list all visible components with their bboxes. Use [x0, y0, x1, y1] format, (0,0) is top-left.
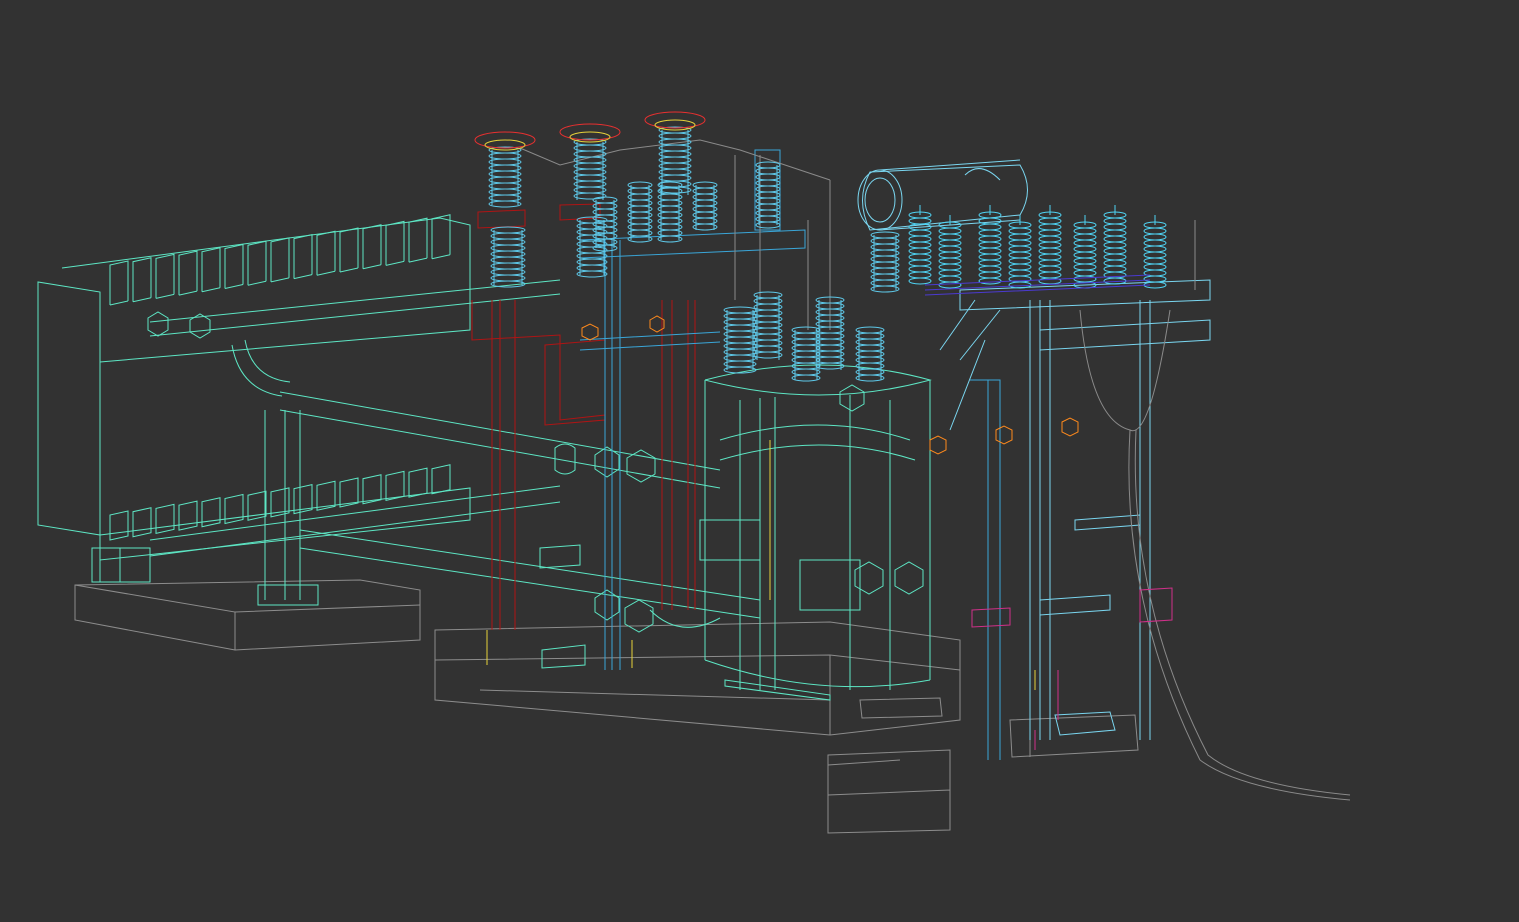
radiator-fin-top	[178, 250, 198, 296]
hv-bushing-b	[573, 138, 607, 200]
radiator-fin-top	[109, 260, 129, 305]
radiator-fins	[109, 214, 451, 541]
conservator-bushing	[870, 231, 900, 293]
radiator-fin-bottom	[132, 507, 152, 538]
radiator-fin-bottom	[155, 503, 175, 535]
radiator-fin-top	[224, 243, 244, 289]
cables	[519, 139, 1351, 801]
radiator-fin-top	[293, 233, 313, 279]
mv-bushing-1	[723, 306, 757, 374]
red-support-columns	[471, 203, 696, 630]
3d-viewport[interactable]	[0, 0, 1519, 922]
hv-bushing-a	[488, 146, 522, 208]
surge-arrester-3	[978, 205, 1002, 285]
surge-arrester-8	[1143, 215, 1167, 289]
radiator-fin-bottom	[178, 500, 198, 531]
radiator-fin-bottom	[201, 497, 221, 528]
radiator-fin-top	[408, 217, 428, 263]
radiator-fin-top	[385, 220, 405, 266]
main-tank	[699, 364, 932, 701]
mv-bushing-2	[753, 291, 783, 360]
radiator-fin-top	[270, 237, 290, 282]
wireframe-transformer-model[interactable]	[0, 0, 1519, 922]
conservator-tank	[857, 159, 1028, 231]
hv-bushings	[488, 126, 900, 382]
radiator-fin-top	[431, 214, 451, 259]
surge-arrester-1	[908, 205, 932, 285]
radiator-fin-top	[247, 240, 267, 286]
surge-arrester-4	[1008, 215, 1032, 289]
radiator-fin-bottom	[385, 470, 405, 502]
surge-arrester-5	[1038, 205, 1062, 285]
hv-bushing-c	[658, 126, 692, 195]
hv-bushing-b-lower	[576, 216, 608, 278]
radiator-fin-top	[362, 224, 382, 269]
radiator-fin-top	[132, 257, 152, 302]
radiator-bank	[37, 217, 471, 561]
foundation-blocks	[74, 579, 1139, 834]
hv-bushing-a-lower	[490, 226, 526, 288]
arrester-support-frame	[939, 279, 1211, 740]
radiator-fin-bottom	[109, 510, 129, 541]
radiator-fin-bottom	[408, 467, 428, 498]
radiator-fin-bottom	[431, 464, 451, 495]
radiator-fin-top	[339, 227, 359, 272]
radiator-fin-top	[155, 253, 175, 299]
ground-leads	[486, 440, 1036, 690]
lv-bushing-4	[692, 181, 718, 231]
lv-bushing-2	[627, 181, 653, 243]
orange-flanges	[581, 315, 1079, 455]
radiator-fin-top	[316, 230, 336, 276]
radiator-fin-top	[201, 247, 221, 292]
mv-bushing-5	[855, 326, 885, 382]
surge-arrester-7	[1103, 205, 1127, 285]
